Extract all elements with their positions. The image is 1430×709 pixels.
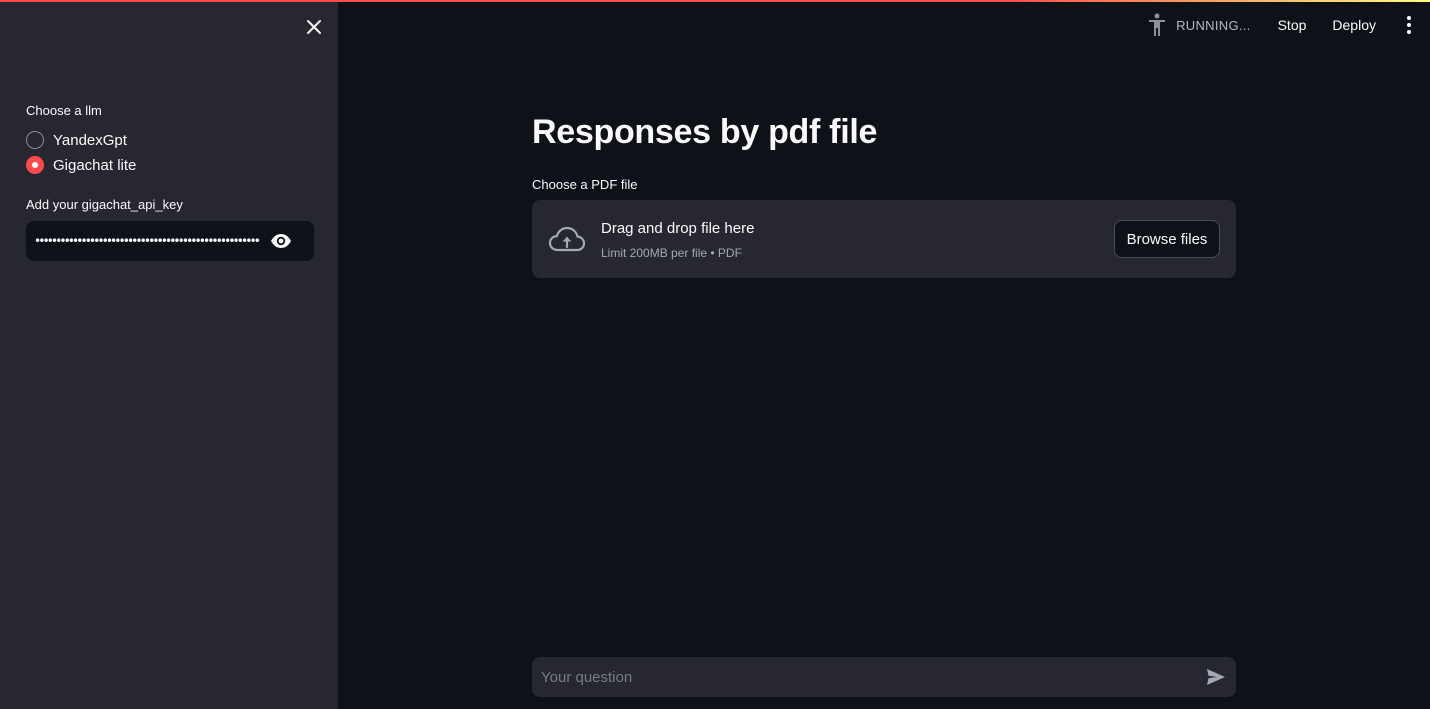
browse-files-button[interactable]: Browse files (1114, 220, 1220, 258)
deploy-button[interactable]: Deploy (1332, 17, 1376, 33)
llm-choice-label: Choose a llm (26, 103, 102, 118)
file-uploader-label: Choose a PDF file (532, 177, 638, 192)
radio-label: Gigachat lite (53, 156, 137, 174)
sidebar: Choose a llm YandexGpt Gigachat lite Add… (0, 0, 338, 709)
app-header: RUNNING... Stop Deploy (1146, 12, 1416, 38)
kebab-menu-icon[interactable] (1402, 15, 1416, 35)
radio-button-selected[interactable] (26, 156, 44, 174)
send-icon[interactable] (1206, 668, 1226, 686)
api-key-label: Add your gigachat_api_key (26, 197, 183, 212)
running-man-icon (1149, 13, 1166, 36)
file-dropzone[interactable]: Drag and drop file here Limit 200MB per … (532, 200, 1236, 278)
api-key-input[interactable]: ••••••••••••••••••••••••••••••••••••••••… (34, 221, 260, 261)
chat-input-container (532, 657, 1236, 697)
api-key-field: ••••••••••••••••••••••••••••••••••••••••… (26, 221, 314, 261)
radio-label: YandexGpt (53, 131, 127, 149)
radio-option-yandexgpt[interactable]: YandexGpt (26, 131, 127, 149)
stop-button[interactable]: Stop (1278, 17, 1307, 33)
toggle-visibility-button[interactable] (270, 231, 292, 251)
dropzone-instructions: Drag and drop file here (601, 220, 755, 237)
eye-icon (271, 234, 291, 248)
page-title: Responses by pdf file (532, 113, 878, 151)
close-icon (307, 20, 321, 34)
radio-button[interactable] (26, 131, 44, 149)
close-sidebar-button[interactable] (303, 16, 325, 38)
question-input[interactable] (532, 657, 1192, 697)
running-status: RUNNING... (1176, 17, 1251, 33)
cloud-upload-icon (548, 226, 586, 252)
radio-option-gigachat-lite[interactable]: Gigachat lite (26, 156, 136, 174)
top-decoration-bar (0, 0, 1430, 2)
dropzone-limit-text: Limit 200MB per file • PDF (601, 246, 742, 260)
